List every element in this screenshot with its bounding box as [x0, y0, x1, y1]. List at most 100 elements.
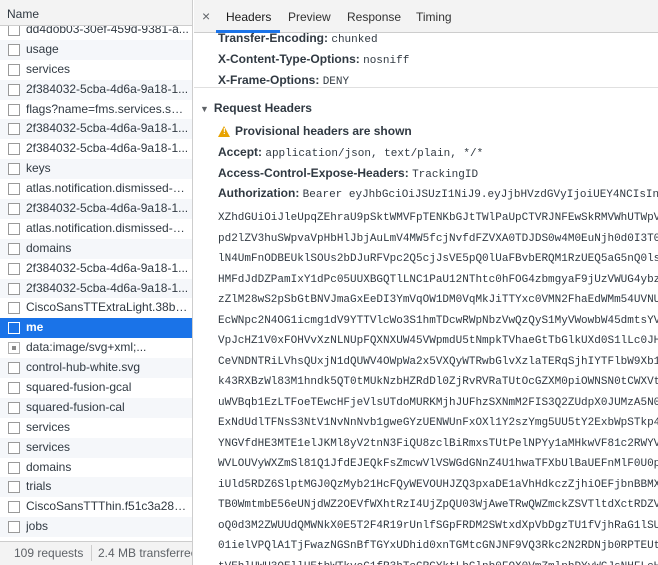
header-name: X-Content-Type-Options:	[218, 52, 360, 66]
triangle-down-icon: ▼	[200, 104, 209, 114]
request-name: 2f384032-5cba-4d6a-9a18-1...	[26, 260, 189, 275]
request-row[interactable]: atlas.notification.dismissed-n...	[0, 179, 192, 199]
request-row[interactable]: CiscoSansTTExtraLight.38be...	[0, 298, 192, 318]
token-line: EcWNpc2N4OG1icmg1dV9YTTVlcWo3S1hmTDcwRWp…	[218, 314, 658, 327]
file-icon	[8, 43, 20, 56]
request-name: data:image/svg+xml;...	[26, 340, 147, 355]
image-icon	[8, 342, 20, 355]
request-name: 2f384032-5cba-4d6a-9a18-1...	[26, 81, 189, 96]
request-row[interactable]: me	[0, 318, 192, 339]
tab-response[interactable]: Response	[347, 10, 401, 24]
request-list: dd4dob03-30ef-459d-9381-a... usage service…	[0, 20, 192, 538]
file-icon	[8, 63, 20, 76]
header-authorization: Authorization: Bearer eyJhbGciOiJSUzI1Ni…	[218, 186, 658, 201]
request-name: services	[26, 61, 71, 76]
request-headers-title: Request Headers	[213, 101, 312, 115]
token-line: XZhdGUiOiJleUpqZEhraU9pSktWMVFpTENKbGJtT…	[218, 212, 658, 224]
request-name: CiscoSansTTExtraLight.38be...	[26, 300, 189, 315]
name-column-label: Name	[7, 7, 40, 21]
header-transfer-encoding: Transfer-Encoding: chunked	[218, 33, 378, 46]
request-row[interactable]: flags?name=fms.services.squ...	[0, 100, 192, 120]
token-line: tVEhlUWU3OEllUEthWTkyeC1fR3hTcGRGYktLbGl…	[218, 561, 658, 565]
token-line: HMFdJdDZPamIxY1dPc05UUXBGQTlLNC1PaU12NTh…	[218, 273, 658, 286]
token-line: uWVBqb1EzLTFoeTEwcHFjeVlsUTdoMURKMjhJUFh…	[218, 396, 658, 409]
request-name: trials	[26, 479, 52, 494]
tab-headers[interactable]: Headers	[226, 10, 271, 24]
request-row[interactable]: usage	[0, 39, 192, 60]
token-line: WVLOUVyWXZmSl81Q1JfdEJEQkFsZmcwVlVSWGdGN…	[218, 458, 658, 470]
request-name: squared-fusion-cal	[26, 399, 125, 414]
request-row[interactable]: 2f384032-5cba-4d6a-9a18-1...	[0, 259, 192, 279]
token-line: iUld5RDZ6SlptMGJ0QzMyb21HcFQyWEVOUHJZQ3p…	[218, 478, 658, 491]
header-x-content-type-options: X-Content-Type-Options: nosniff	[218, 52, 409, 67]
header-value: chunked	[331, 34, 378, 46]
request-row[interactable]: 2f384032-5cba-4d6a-9a18-1...	[0, 119, 192, 140]
token-line: ExNdUdlTFNsS3NtV1NvNnNvb1gweGYzUENWUnFxO…	[218, 417, 658, 429]
request-row[interactable]: CiscoSansTTThin.f51c3a281...	[0, 497, 192, 517]
request-row[interactable]: trials	[0, 477, 192, 498]
request-row[interactable]: 2f384032-5cba-4d6a-9a18-1...	[0, 278, 192, 299]
token-line: zZlM28wS2pSbGtBNVJmaGxEeDI3YmVqOW1DM0VqM…	[218, 294, 658, 306]
close-icon[interactable]: ×	[202, 8, 210, 24]
request-row[interactable]: services	[0, 437, 192, 458]
header-name: X-Frame-Options:	[218, 73, 320, 87]
header-name: Accept:	[218, 145, 263, 159]
header-value: TrackingID	[412, 169, 479, 181]
name-column-header[interactable]: Name	[0, 0, 192, 26]
request-row[interactable]: jobs	[0, 517, 192, 538]
request-row[interactable]: squared-fusion-gcal	[0, 378, 192, 398]
request-headers-section-toggle[interactable]: ▼ Request Headers	[200, 101, 312, 115]
request-name: services	[26, 419, 71, 434]
request-name: control-hub-white.svg	[26, 360, 141, 375]
file-icon	[8, 302, 20, 315]
request-row[interactable]: atlas.notification.dismissed-n...	[0, 219, 192, 239]
file-icon	[8, 262, 20, 275]
section-divider	[194, 87, 658, 88]
file-icon	[8, 183, 20, 196]
header-name: Transfer-Encoding:	[218, 33, 329, 45]
file-icon	[8, 123, 20, 136]
file-icon	[8, 362, 20, 375]
file-icon	[8, 282, 20, 295]
request-row[interactable]: keys	[0, 159, 192, 180]
token-line: lN4UmFnODBEUklSOUs2bDJuRFVpc2Q5cjJsVE5pQ…	[218, 253, 658, 265]
file-icon	[8, 521, 20, 534]
token-line: pd2lZV3huSWpvaVpHbHlJbjAuLmV4MW5fcjNvfdF…	[218, 232, 658, 245]
request-row[interactable]: domains	[0, 458, 192, 478]
header-value: nosniff	[363, 55, 410, 67]
request-row[interactable]: 2f384032-5cba-4d6a-9a18-1...	[0, 79, 192, 100]
request-count: 109 requests	[14, 546, 84, 560]
request-row[interactable]: domains	[0, 238, 192, 259]
transferred-size: 2.4 MB transferrec	[98, 546, 193, 560]
request-details-panel: × Headers Preview Response Timing Transf…	[194, 0, 658, 565]
file-icon	[8, 242, 20, 255]
header-accept: Accept: application/json, text/plain, */…	[218, 145, 483, 160]
request-row[interactable]: 2f384032-5cba-4d6a-9a18-1...	[0, 139, 192, 159]
token-line: YNGVfdHE3MTE1elJKMl8yV2tnN3FiQU8zclBiRmx…	[218, 437, 658, 450]
network-status-bar: 109 requests 2.4 MB transferrec	[0, 541, 193, 565]
file-icon	[8, 382, 20, 395]
warning-icon	[218, 126, 230, 137]
request-name: 2f384032-5cba-4d6a-9a18-1...	[26, 201, 189, 216]
request-row[interactable]: services	[0, 418, 192, 438]
file-icon	[8, 143, 20, 156]
request-row[interactable]: services	[0, 60, 192, 80]
request-name: 2f384032-5cba-4d6a-9a18-1...	[26, 121, 189, 136]
request-row[interactable]: squared-fusion-cal	[0, 397, 192, 418]
file-icon	[8, 441, 20, 454]
request-name: atlas.notification.dismissed-n...	[26, 220, 189, 235]
file-icon	[8, 83, 20, 96]
tab-preview[interactable]: Preview	[288, 10, 331, 24]
tab-timing[interactable]: Timing	[416, 10, 452, 24]
request-row[interactable]: control-hub-white.svg	[0, 358, 192, 379]
header-value: application/json, text/plain, */*	[265, 148, 484, 160]
request-name: domains	[26, 459, 72, 474]
header-access-control-expose-headers: Access-Control-Expose-Headers: TrackingI…	[218, 166, 478, 181]
token-line: VpJcHZ1V0xFOHVvXzNLNUpFQXNXUW45VWpmdU5tN…	[218, 335, 658, 347]
request-row[interactable]: data:image/svg+xml;...	[0, 338, 192, 358]
request-name: me	[26, 320, 44, 335]
file-icon	[8, 421, 20, 434]
request-row[interactable]: 2f384032-5cba-4d6a-9a18-1...	[0, 199, 192, 219]
header-value: Bearer eyJhbGciOiJSUzI1NiJ9.eyJjbHVzdGVy…	[302, 189, 658, 201]
status-divider	[91, 545, 92, 561]
